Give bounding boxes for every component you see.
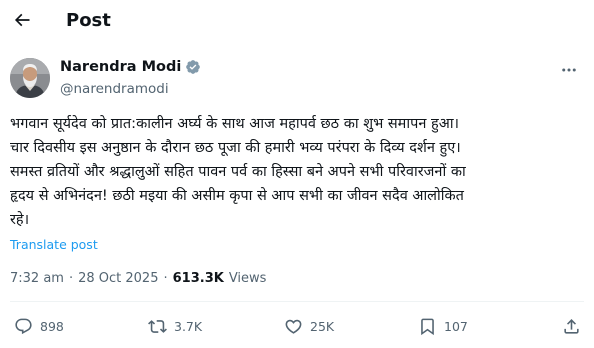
top-bar: Post [0,0,594,44]
like-button[interactable]: 25K [284,317,334,336]
heart-icon [285,319,302,334]
bookmark-count-button[interactable]: 107 [418,317,468,336]
translate-post-link[interactable]: Translate post [10,237,98,252]
action-bar: 898 3.7K 25K 107 [10,311,584,345]
share-icon [564,319,579,334]
avatar-image [10,58,50,98]
post-text: भगवान सूर्यदेव को प्रात:कालीन अर्घ्य के … [10,116,466,228]
post-date[interactable]: 28 Oct 2025 [78,271,158,286]
name-row: Narendra Modi [60,59,201,75]
reply-count: 898 [40,319,64,334]
reply-icon [15,318,32,335]
arrow-left-icon [14,13,30,27]
views-count: 613.3K [172,271,224,286]
like-count: 25K [310,319,335,334]
author-handle[interactable]: @narendramodi [60,81,169,97]
bookmark-icon [421,318,434,336]
repost-icon [148,320,167,333]
verified-badge-icon[interactable] [185,59,201,75]
repost-button[interactable]: 3.7K [148,317,202,336]
post-author: Narendra Modi @narendramodi [10,58,584,102]
reply-button[interactable]: 898 [14,317,64,336]
back-button[interactable] [10,8,34,32]
meta-separator: · [68,271,74,286]
repost-count: 3.7K [174,319,203,334]
page-title: Post [66,10,111,31]
divider [10,301,584,302]
more-options-button[interactable] [558,61,580,79]
bookmark-count: 107 [444,319,468,334]
post-metadata: 7:32 am · 28 Oct 2025 · 613.3K Views [10,271,266,286]
share-button[interactable] [562,317,581,336]
meta-separator: · [163,271,168,286]
post-time[interactable]: 7:32 am [10,271,64,286]
display-name[interactable]: Narendra Modi [60,59,181,75]
more-horizontal-icon [562,68,576,72]
avatar[interactable] [10,58,50,98]
views-label: Views [228,271,267,286]
